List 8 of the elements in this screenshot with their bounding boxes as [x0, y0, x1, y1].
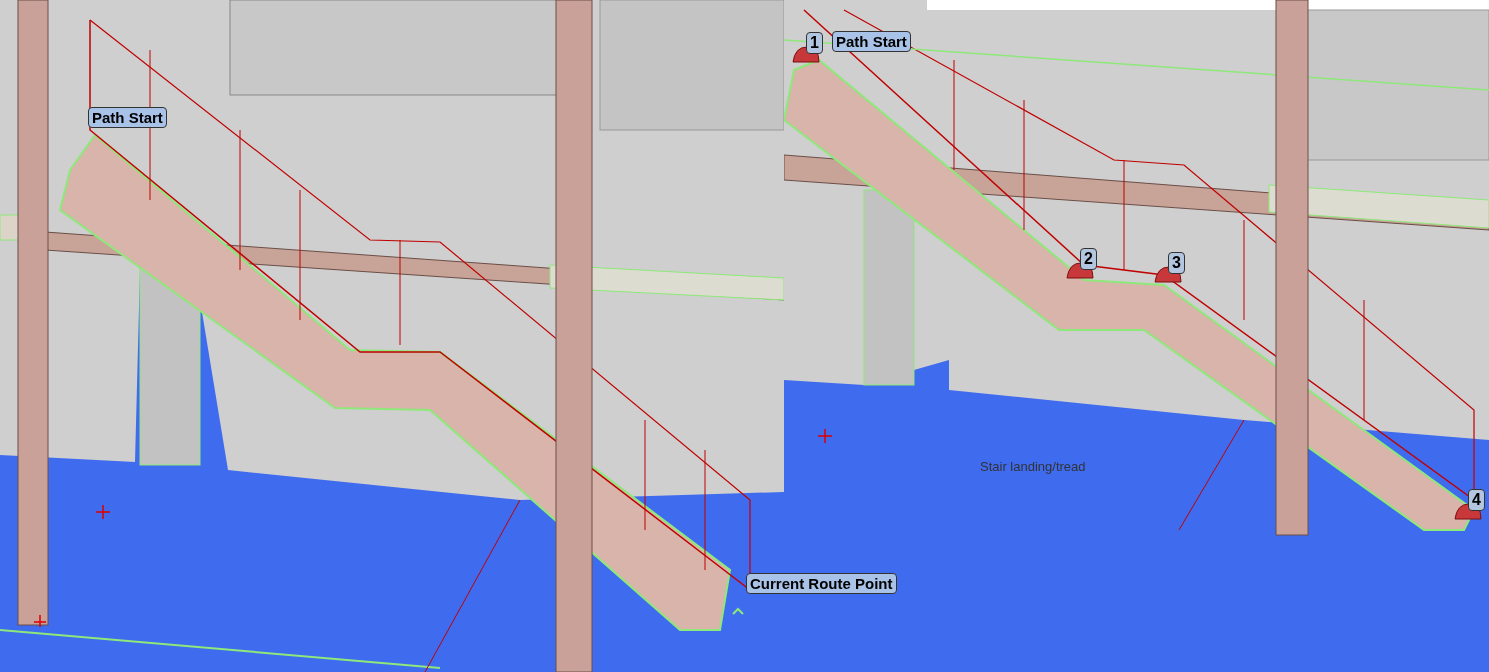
- route-point-number: 4: [1468, 489, 1485, 511]
- route-point-number: 3: [1168, 252, 1185, 274]
- route-tag-label: Path Start: [88, 107, 167, 128]
- route-tag-label: Path Start: [832, 31, 911, 52]
- route-tag-label: Current Route Point: [746, 573, 897, 594]
- stair-landing-caption: Stair landing/tread: [980, 459, 1086, 474]
- route-point-number: 2: [1080, 248, 1097, 270]
- route-point-number: 1: [806, 32, 823, 54]
